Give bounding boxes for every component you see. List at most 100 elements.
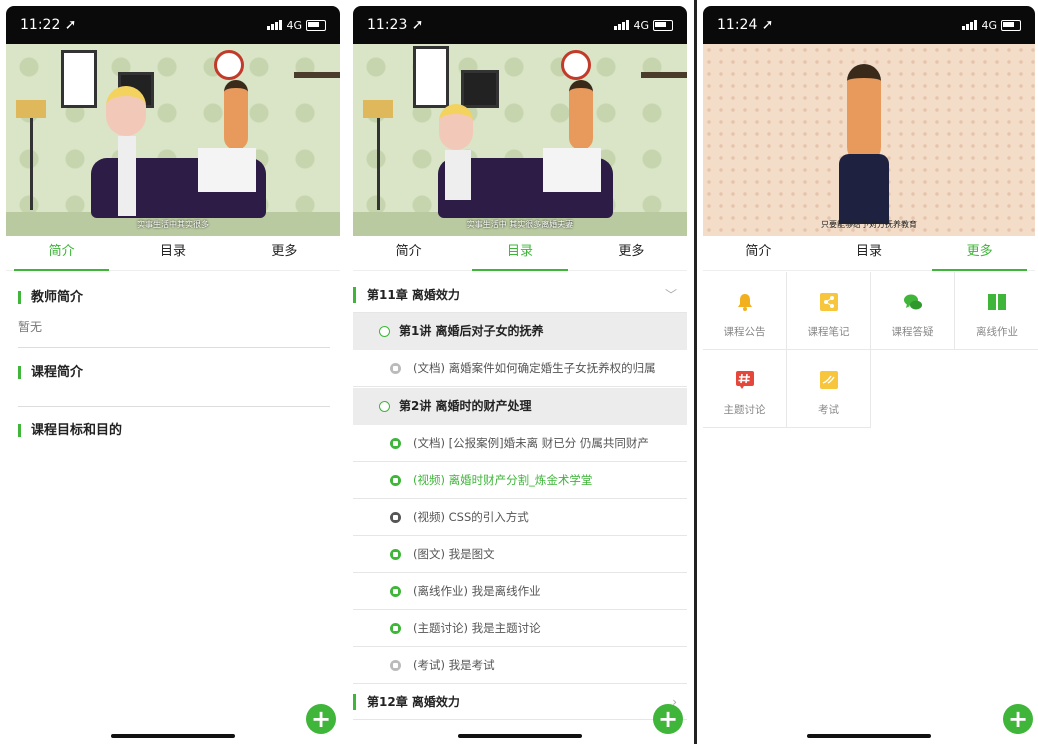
- status-time: 11:22 ➚: [20, 17, 77, 33]
- lecture-1[interactable]: 第1讲 离婚后对子女的抚养: [353, 313, 687, 350]
- offline-homework-button[interactable]: 离线作业: [955, 272, 1038, 350]
- list-item[interactable]: (文档) 离婚案件如何确定婚生子女抚养权的归属: [353, 350, 687, 387]
- tab-catalog[interactable]: 目录: [464, 236, 575, 271]
- add-button[interactable]: +: [306, 704, 336, 734]
- man-character: [569, 80, 593, 150]
- status-time: 11:23 ➚: [367, 17, 424, 33]
- man-character: [224, 80, 248, 150]
- image-text-icon: [390, 549, 401, 560]
- network-label: 4G: [981, 18, 997, 32]
- video-icon: [390, 512, 401, 523]
- home-indicator: [807, 734, 931, 738]
- wall-picture: [461, 70, 499, 108]
- list-item[interactable]: (视频) CSS的引入方式: [353, 499, 687, 536]
- list-item[interactable]: (图文) 我是图文: [353, 536, 687, 573]
- tab-more[interactable]: 更多: [924, 236, 1035, 271]
- discussion-icon: [390, 623, 401, 634]
- bookshelf: [641, 72, 687, 78]
- man-character: [847, 64, 881, 164]
- section-title-course: 课程简介: [18, 366, 83, 379]
- section-title-teacher: 教师简介: [18, 291, 83, 304]
- newspaper: [198, 148, 256, 192]
- wall-clock: [561, 50, 591, 80]
- video-subtitle: 实事生活中其实很多: [137, 220, 209, 229]
- video-subtitle: 实事生活中 其实很多离婚夫妻: [466, 220, 574, 229]
- list-item[interactable]: (离线作业) 我是离线作业: [353, 573, 687, 610]
- video-subtitle: 只要能够给予对方抚养教育: [821, 220, 917, 229]
- wall-frame: [413, 46, 449, 108]
- battery-icon: [1001, 19, 1021, 31]
- lecture-circle-icon: [379, 326, 390, 337]
- lecture-circle-icon: [379, 401, 390, 412]
- document-icon: [390, 438, 401, 449]
- chapter-title: 第11章 离婚效力: [367, 288, 460, 302]
- exam-button[interactable]: 考试: [787, 350, 871, 428]
- status-bar: 11:22 ➚ 4G: [6, 6, 340, 44]
- home-indicator: [111, 734, 235, 738]
- screen-catalog: 11:23 ➚ 4G 实事生活中 其实很多离婚夫妻 简介 目录 更多 第11章 …: [347, 0, 693, 744]
- signal-icon: [962, 20, 978, 30]
- chevron-down-icon: ﹀: [664, 288, 677, 302]
- bell-icon: [738, 294, 752, 311]
- lamp: [363, 100, 393, 118]
- section-title-goals: 课程目标和目的: [18, 424, 122, 437]
- video-icon: [390, 475, 401, 486]
- tab-bar: 简介 目录 更多: [6, 236, 340, 271]
- home-indicator: [458, 734, 582, 738]
- list-item[interactable]: (主题讨论) 我是主题讨论: [353, 610, 687, 647]
- section-text-teacher: 暂无: [18, 320, 43, 334]
- tab-bar: 简介 目录 更多: [353, 236, 687, 271]
- book-icon: [988, 294, 1006, 310]
- notes-button[interactable]: 课程笔记: [787, 272, 871, 350]
- battery-icon: [653, 19, 673, 31]
- list-item[interactable]: (视频) 离婚时财产分割_炼金术学堂: [353, 462, 687, 499]
- video-player[interactable]: 只要能够给予对方抚养教育: [703, 44, 1035, 236]
- tab-catalog[interactable]: 目录: [814, 236, 925, 270]
- screen-more: 11:24 ➚ 4G 只要能够给予对方抚养教育 简介 目录 更多 课程公告 课程…: [694, 0, 1038, 744]
- announcement-button[interactable]: 课程公告: [703, 272, 787, 350]
- note-share-icon: [820, 293, 838, 311]
- woman-character: [439, 104, 473, 150]
- network-label: 4G: [633, 18, 649, 32]
- battery-icon: [306, 19, 326, 31]
- exam-icon: [820, 371, 838, 389]
- chapter-11[interactable]: 第11章 离婚效力 ﹀: [353, 277, 687, 313]
- status-time: 11:24 ➚: [717, 17, 774, 33]
- tab-more[interactable]: 更多: [576, 236, 687, 270]
- signal-icon: [614, 20, 630, 30]
- tab-more[interactable]: 更多: [229, 236, 340, 270]
- exam-icon: [390, 660, 401, 671]
- add-button[interactable]: +: [653, 704, 683, 734]
- chapter-12[interactable]: 第12章 离婚效力 ›: [353, 684, 687, 720]
- wall-frame: [61, 50, 97, 108]
- tab-intro[interactable]: 简介: [6, 236, 117, 271]
- signal-icon: [267, 20, 283, 30]
- chapter-title: 第12章 离婚效力: [367, 695, 460, 709]
- status-indicators: 4G: [614, 19, 673, 32]
- tab-intro[interactable]: 简介: [703, 236, 814, 270]
- lecture-2[interactable]: 第2讲 离婚时的财产处理: [353, 388, 687, 425]
- woman-character: [106, 86, 146, 136]
- newspaper: [543, 148, 601, 192]
- tab-intro[interactable]: 简介: [353, 236, 464, 270]
- tab-bar: 简介 目录 更多: [703, 236, 1035, 271]
- tab-catalog[interactable]: 目录: [117, 236, 228, 270]
- status-indicators: 4G: [962, 19, 1021, 32]
- chat-bubbles-icon: [904, 294, 922, 310]
- lecture-title: 第1讲 离婚后对子女的抚养: [399, 324, 544, 338]
- status-bar: 11:23 ➚ 4G: [353, 6, 687, 44]
- add-button[interactable]: +: [1003, 704, 1033, 734]
- status-indicators: 4G: [267, 19, 326, 32]
- network-label: 4G: [286, 18, 302, 32]
- video-player[interactable]: 实事生活中 其实很多离婚夫妻: [353, 44, 687, 236]
- document-icon: [390, 363, 401, 374]
- list-item[interactable]: (文档) [公报案例]婚未离 财已分 仍属共同财产: [353, 425, 687, 462]
- topic-discussion-button[interactable]: 主题讨论: [703, 350, 787, 428]
- list-item[interactable]: (考试) 我是考试: [353, 647, 687, 684]
- bookshelf: [294, 72, 340, 78]
- homework-icon: [390, 586, 401, 597]
- video-player[interactable]: 实事生活中其实很多: [6, 44, 340, 236]
- lamp: [16, 100, 46, 118]
- qa-button[interactable]: 课程答疑: [871, 272, 955, 350]
- lecture-title: 第2讲 离婚时的财产处理: [399, 399, 532, 413]
